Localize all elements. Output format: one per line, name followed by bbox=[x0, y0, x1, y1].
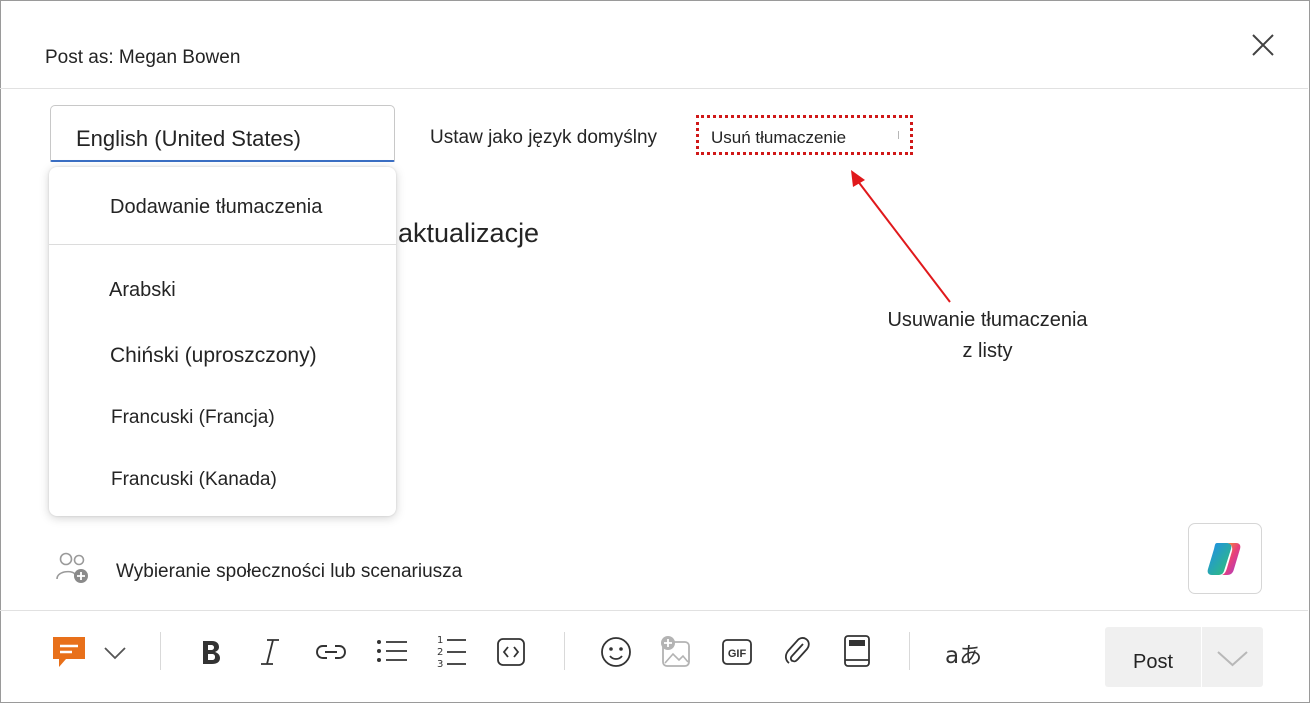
copilot-icon bbox=[1207, 543, 1241, 575]
toolbar-divider bbox=[0, 610, 1308, 611]
post-button-group: Post bbox=[1105, 627, 1263, 687]
toolbar-separator bbox=[160, 632, 161, 670]
dropdown-item-arabic[interactable]: Arabski bbox=[109, 279, 176, 302]
dropdown-item-chinese-simplified[interactable]: Chiński (uproszczony) bbox=[110, 344, 317, 368]
post-button-label: Post bbox=[1132, 651, 1174, 673]
community-add-icon[interactable] bbox=[55, 551, 91, 585]
image-add-icon bbox=[661, 636, 690, 667]
cursor-marker bbox=[898, 131, 899, 139]
annotation-line-1: Usuwanie tłumaczenia bbox=[887, 309, 1088, 331]
bullet-list-icon bbox=[377, 640, 407, 662]
svg-text:3: 3 bbox=[437, 659, 443, 669]
annotation-text: Usuwanie tłumaczenia z listy bbox=[850, 305, 1125, 367]
post-button[interactable]: Post bbox=[1105, 627, 1201, 687]
bullet-list-button[interactable] bbox=[375, 637, 409, 670]
gif-button[interactable]: GIF bbox=[721, 638, 753, 671]
set-default-language-button[interactable]: Ustaw jako język domyślny bbox=[430, 127, 657, 149]
bold-button[interactable] bbox=[199, 638, 223, 671]
copilot-button[interactable] bbox=[1188, 523, 1262, 594]
attach-icon bbox=[784, 637, 810, 664]
dropdown-item-french-canada[interactable]: Francuski (Kanada) bbox=[111, 469, 277, 491]
language-dropdown: Dodawanie tłumaczenia Arabski Chiński (u… bbox=[49, 167, 396, 516]
message-type-dropdown[interactable] bbox=[104, 646, 126, 665]
language-select[interactable]: English (United States) bbox=[50, 105, 395, 162]
header-divider bbox=[0, 88, 1308, 89]
image-add-button[interactable] bbox=[659, 634, 691, 673]
toolbar-separator bbox=[909, 632, 910, 670]
numbered-list-icon: 1 2 3 bbox=[437, 635, 466, 670]
book-button[interactable] bbox=[843, 634, 871, 673]
numbered-list-button[interactable]: 1 2 3 bbox=[436, 633, 468, 674]
add-translation-item[interactable]: Dodawanie tłumaczenia bbox=[110, 196, 322, 219]
italic-icon bbox=[261, 639, 279, 665]
link-button[interactable] bbox=[314, 640, 348, 669]
link-icon bbox=[316, 645, 346, 659]
remove-translation-button[interactable]: Usuń tłumaczenie bbox=[696, 115, 913, 155]
post-title-text: aktualizacje bbox=[398, 218, 540, 248]
chevron-down-icon bbox=[104, 647, 126, 660]
translate-icon: aあ bbox=[945, 643, 983, 669]
emoji-button[interactable] bbox=[600, 636, 632, 673]
remove-translation-label: Usuń tłumaczenie bbox=[711, 128, 847, 147]
close-icon bbox=[1252, 34, 1274, 56]
gif-label: GIF bbox=[728, 648, 747, 660]
dropdown-divider bbox=[49, 244, 396, 245]
svg-text:2: 2 bbox=[437, 647, 443, 658]
attach-button[interactable] bbox=[783, 636, 811, 673]
post-options-dropdown[interactable] bbox=[1202, 627, 1263, 687]
language-select-value: English (United States) bbox=[76, 126, 301, 151]
code-button[interactable] bbox=[496, 637, 526, 672]
svg-text:1: 1 bbox=[437, 635, 443, 646]
annotation-line-2: z listy bbox=[962, 340, 1013, 362]
code-icon bbox=[497, 638, 525, 666]
gif-icon: GIF bbox=[722, 639, 752, 665]
close-button[interactable] bbox=[1250, 32, 1276, 58]
book-icon bbox=[844, 635, 870, 667]
message-type-icon bbox=[53, 637, 85, 667]
chevron-down-icon bbox=[1217, 651, 1248, 667]
community-select-label[interactable]: Wybieranie społeczności lub scenariusza bbox=[116, 561, 462, 583]
italic-button[interactable] bbox=[258, 637, 282, 672]
toolbar-separator bbox=[564, 632, 565, 670]
message-type-button[interactable] bbox=[50, 634, 88, 675]
bold-icon bbox=[203, 641, 220, 664]
translate-button[interactable]: aあ bbox=[945, 636, 982, 670]
emoji-icon bbox=[601, 637, 631, 667]
post-as-label: Post as: Megan Bowen bbox=[45, 47, 241, 68]
dropdown-item-french-france[interactable]: Francuski (Francja) bbox=[111, 407, 275, 429]
